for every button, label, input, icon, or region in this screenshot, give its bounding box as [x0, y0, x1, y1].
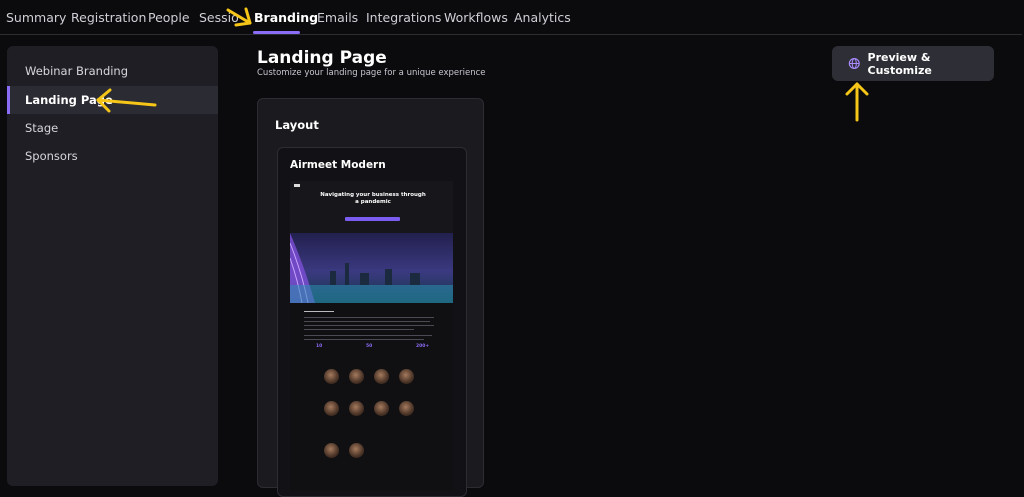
arrow-annotation-icon	[226, 7, 252, 27]
arrow-annotation-icon	[96, 88, 157, 113]
arrow-annotation-icon	[845, 82, 869, 122]
annotation-overlay	[96, 7, 869, 122]
